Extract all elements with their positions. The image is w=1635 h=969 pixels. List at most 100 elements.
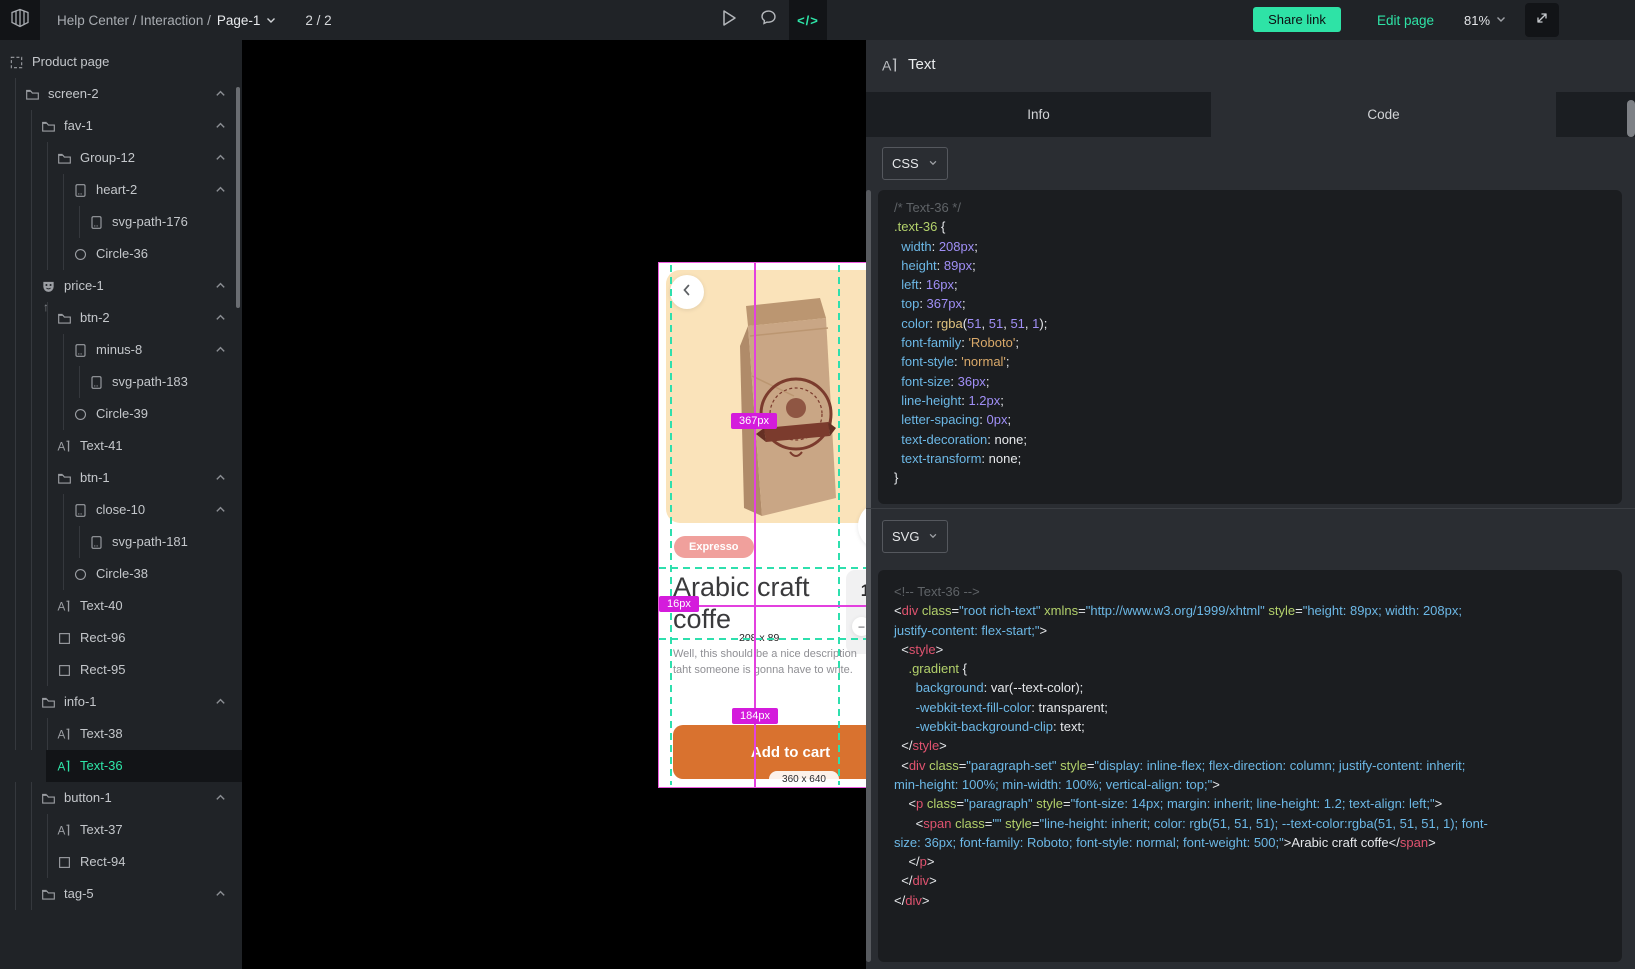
collapse-chevron-icon[interactable] <box>214 119 228 133</box>
layer-row-heart-2[interactable]: heart-2 <box>0 174 242 206</box>
layer-row-btn-2[interactable]: btn-2 <box>0 302 242 334</box>
code-line: -webkit-text-fill-color: transparent; <box>894 698 1488 717</box>
text-icon: A <box>56 598 72 614</box>
play-icon <box>720 8 738 33</box>
play-button[interactable] <box>714 0 744 40</box>
collapse-chevron-icon[interactable] <box>214 311 228 325</box>
chevron-down-icon[interactable] <box>265 14 277 26</box>
sidebar-scrollbar[interactable] <box>236 87 240 308</box>
zoom-level: 81% <box>1464 13 1490 28</box>
breadcrumb-page-name[interactable]: Page-1 <box>217 13 261 28</box>
description-line2: taht someone is gonna have to write. <box>673 663 857 679</box>
layer-row-minus-8[interactable]: minus-8 <box>0 334 242 366</box>
collapse-chevron-icon[interactable] <box>214 471 228 485</box>
layer-row-Circle-36[interactable]: Circle-36 <box>0 238 242 270</box>
fullscreen-button[interactable] <box>1525 3 1559 37</box>
back-button[interactable] <box>670 275 704 309</box>
layer-row-screen-2[interactable]: screen-2 <box>0 78 242 110</box>
layer-row-Text-36[interactable]: AText-36 <box>46 750 242 782</box>
code-line: letter-spacing: 0px; <box>894 410 1047 429</box>
category-tag[interactable]: Expresso <box>674 536 754 558</box>
layer-label: svg-path-181 <box>112 526 188 558</box>
layer-row-Product page[interactable]: Product page <box>0 46 242 78</box>
layer-row-btn-1[interactable]: btn-1 <box>0 462 242 494</box>
category-tag-label: Expresso <box>689 541 739 553</box>
svg-format-dropdown[interactable]: SVG <box>882 520 948 553</box>
circle-icon <box>72 246 88 262</box>
layer-row-Rect-94[interactable]: Rect-94 <box>0 846 242 878</box>
code-scrollbar[interactable] <box>866 190 871 962</box>
panel-scrollbar-thumb[interactable] <box>1627 100 1635 137</box>
layer-row-fav-1[interactable]: fav-1 <box>0 110 242 142</box>
code-mode-button[interactable]: </> <box>789 0 827 40</box>
tab-info[interactable]: Info <box>866 92 1211 137</box>
layer-row-Circle-39[interactable]: Circle-39 <box>0 398 242 430</box>
collapse-chevron-icon[interactable] <box>214 791 228 805</box>
collapse-chevron-icon[interactable] <box>214 279 228 293</box>
code-line: size: 36px; font-family: Roboto; font-st… <box>894 833 1488 852</box>
layer-row-Text-37[interactable]: AText-37 <box>0 814 242 846</box>
expand-icon <box>1534 10 1550 31</box>
layer-row-Rect-95[interactable]: Rect-95 <box>0 654 242 686</box>
code-line: font-family: 'Roboto'; <box>894 333 1047 352</box>
text-layer-icon: A <box>882 57 900 79</box>
layer-row-Text-41[interactable]: AText-41 <box>0 430 242 462</box>
breadcrumb-prefix[interactable]: Help Center / Interaction / <box>57 13 211 28</box>
tab-code[interactable]: Code <box>1211 92 1556 137</box>
collapse-chevron-icon[interactable] <box>214 343 228 357</box>
code-line: <div class="paragraph-set" style="displa… <box>894 756 1488 775</box>
code-line: </div> <box>894 871 1488 890</box>
code-line: font-size: 36px; <box>894 372 1047 391</box>
layer-row-Text-40[interactable]: AText-40 <box>0 590 242 622</box>
folder-icon <box>40 790 56 806</box>
zoom-control[interactable]: 81% <box>1464 0 1507 40</box>
layer-label: Product page <box>32 46 109 78</box>
svg-code[interactable]: <!-- Text-36 --><div class="root rich-te… <box>894 582 1488 910</box>
layer-row-price-1[interactable]: price-1↑ <box>0 270 242 302</box>
layer-label: btn-1 <box>80 462 110 494</box>
artboard-size-value: 360 x 640 <box>782 774 826 785</box>
code-line: min-height: 100%; min-width: 100%; verti… <box>894 775 1488 794</box>
collapse-chevron-icon[interactable] <box>214 183 228 197</box>
collapse-chevron-icon[interactable] <box>214 887 228 901</box>
folder-icon <box>56 470 72 486</box>
collapse-chevron-icon[interactable] <box>214 503 228 517</box>
collapse-chevron-icon[interactable] <box>214 151 228 165</box>
artboard-size-label: 360 x 640 <box>769 771 839 787</box>
collapse-chevron-icon[interactable] <box>214 87 228 101</box>
layer-row-svg-path-181[interactable]: svg-path-181 <box>0 526 242 558</box>
code-line: height: 89px; <box>894 256 1047 275</box>
layer-label: Text-38 <box>80 718 123 750</box>
share-link-button[interactable]: Share link <box>1253 7 1341 32</box>
layer-row-info-1[interactable]: info-1 <box>0 686 242 718</box>
file-icon <box>72 182 88 198</box>
tab-code-label: Code <box>1367 107 1399 122</box>
layer-row-Rect-96[interactable]: Rect-96 <box>0 622 242 654</box>
layer-row-tag-5[interactable]: tag-5 <box>0 878 242 910</box>
app-logo[interactable] <box>0 0 40 40</box>
code-line: justify-content: flex-start;"> <box>894 621 1488 640</box>
folder-icon <box>40 118 56 134</box>
layer-label: tag-5 <box>64 878 94 910</box>
chevron-down-icon <box>1495 13 1507 28</box>
layer-row-close-10[interactable]: close-10 <box>0 494 242 526</box>
layer-row-svg-path-176[interactable]: svg-path-176 <box>0 206 242 238</box>
collapse-chevron-icon[interactable] <box>214 695 228 709</box>
css-code[interactable]: /* Text-36 */.text-36 { width: 208px; he… <box>894 198 1047 487</box>
mask-icon <box>40 278 56 294</box>
rect-icon <box>56 630 72 646</box>
edit-page-link[interactable]: Edit page <box>1377 0 1434 40</box>
css-format-dropdown[interactable]: CSS <box>882 147 948 180</box>
logo-icon <box>9 7 31 34</box>
canvas[interactable]: ⋮ Expresso Arabic craft coffe 208 x 89 1… <box>242 40 866 969</box>
svg-text:A: A <box>57 728 65 741</box>
comment-button[interactable] <box>753 0 783 40</box>
measure-label-367: 367px <box>731 413 777 429</box>
layer-row-button-1[interactable]: button-1 <box>0 782 242 814</box>
code-line: </div> <box>894 891 1488 910</box>
file-icon <box>72 342 88 358</box>
layer-row-Circle-38[interactable]: Circle-38 <box>0 558 242 590</box>
layer-row-Text-38[interactable]: A Text-38 <box>0 718 242 750</box>
layer-row-Group-12[interactable]: Group-12 <box>0 142 242 174</box>
layer-row-svg-path-183[interactable]: svg-path-183 <box>0 366 242 398</box>
